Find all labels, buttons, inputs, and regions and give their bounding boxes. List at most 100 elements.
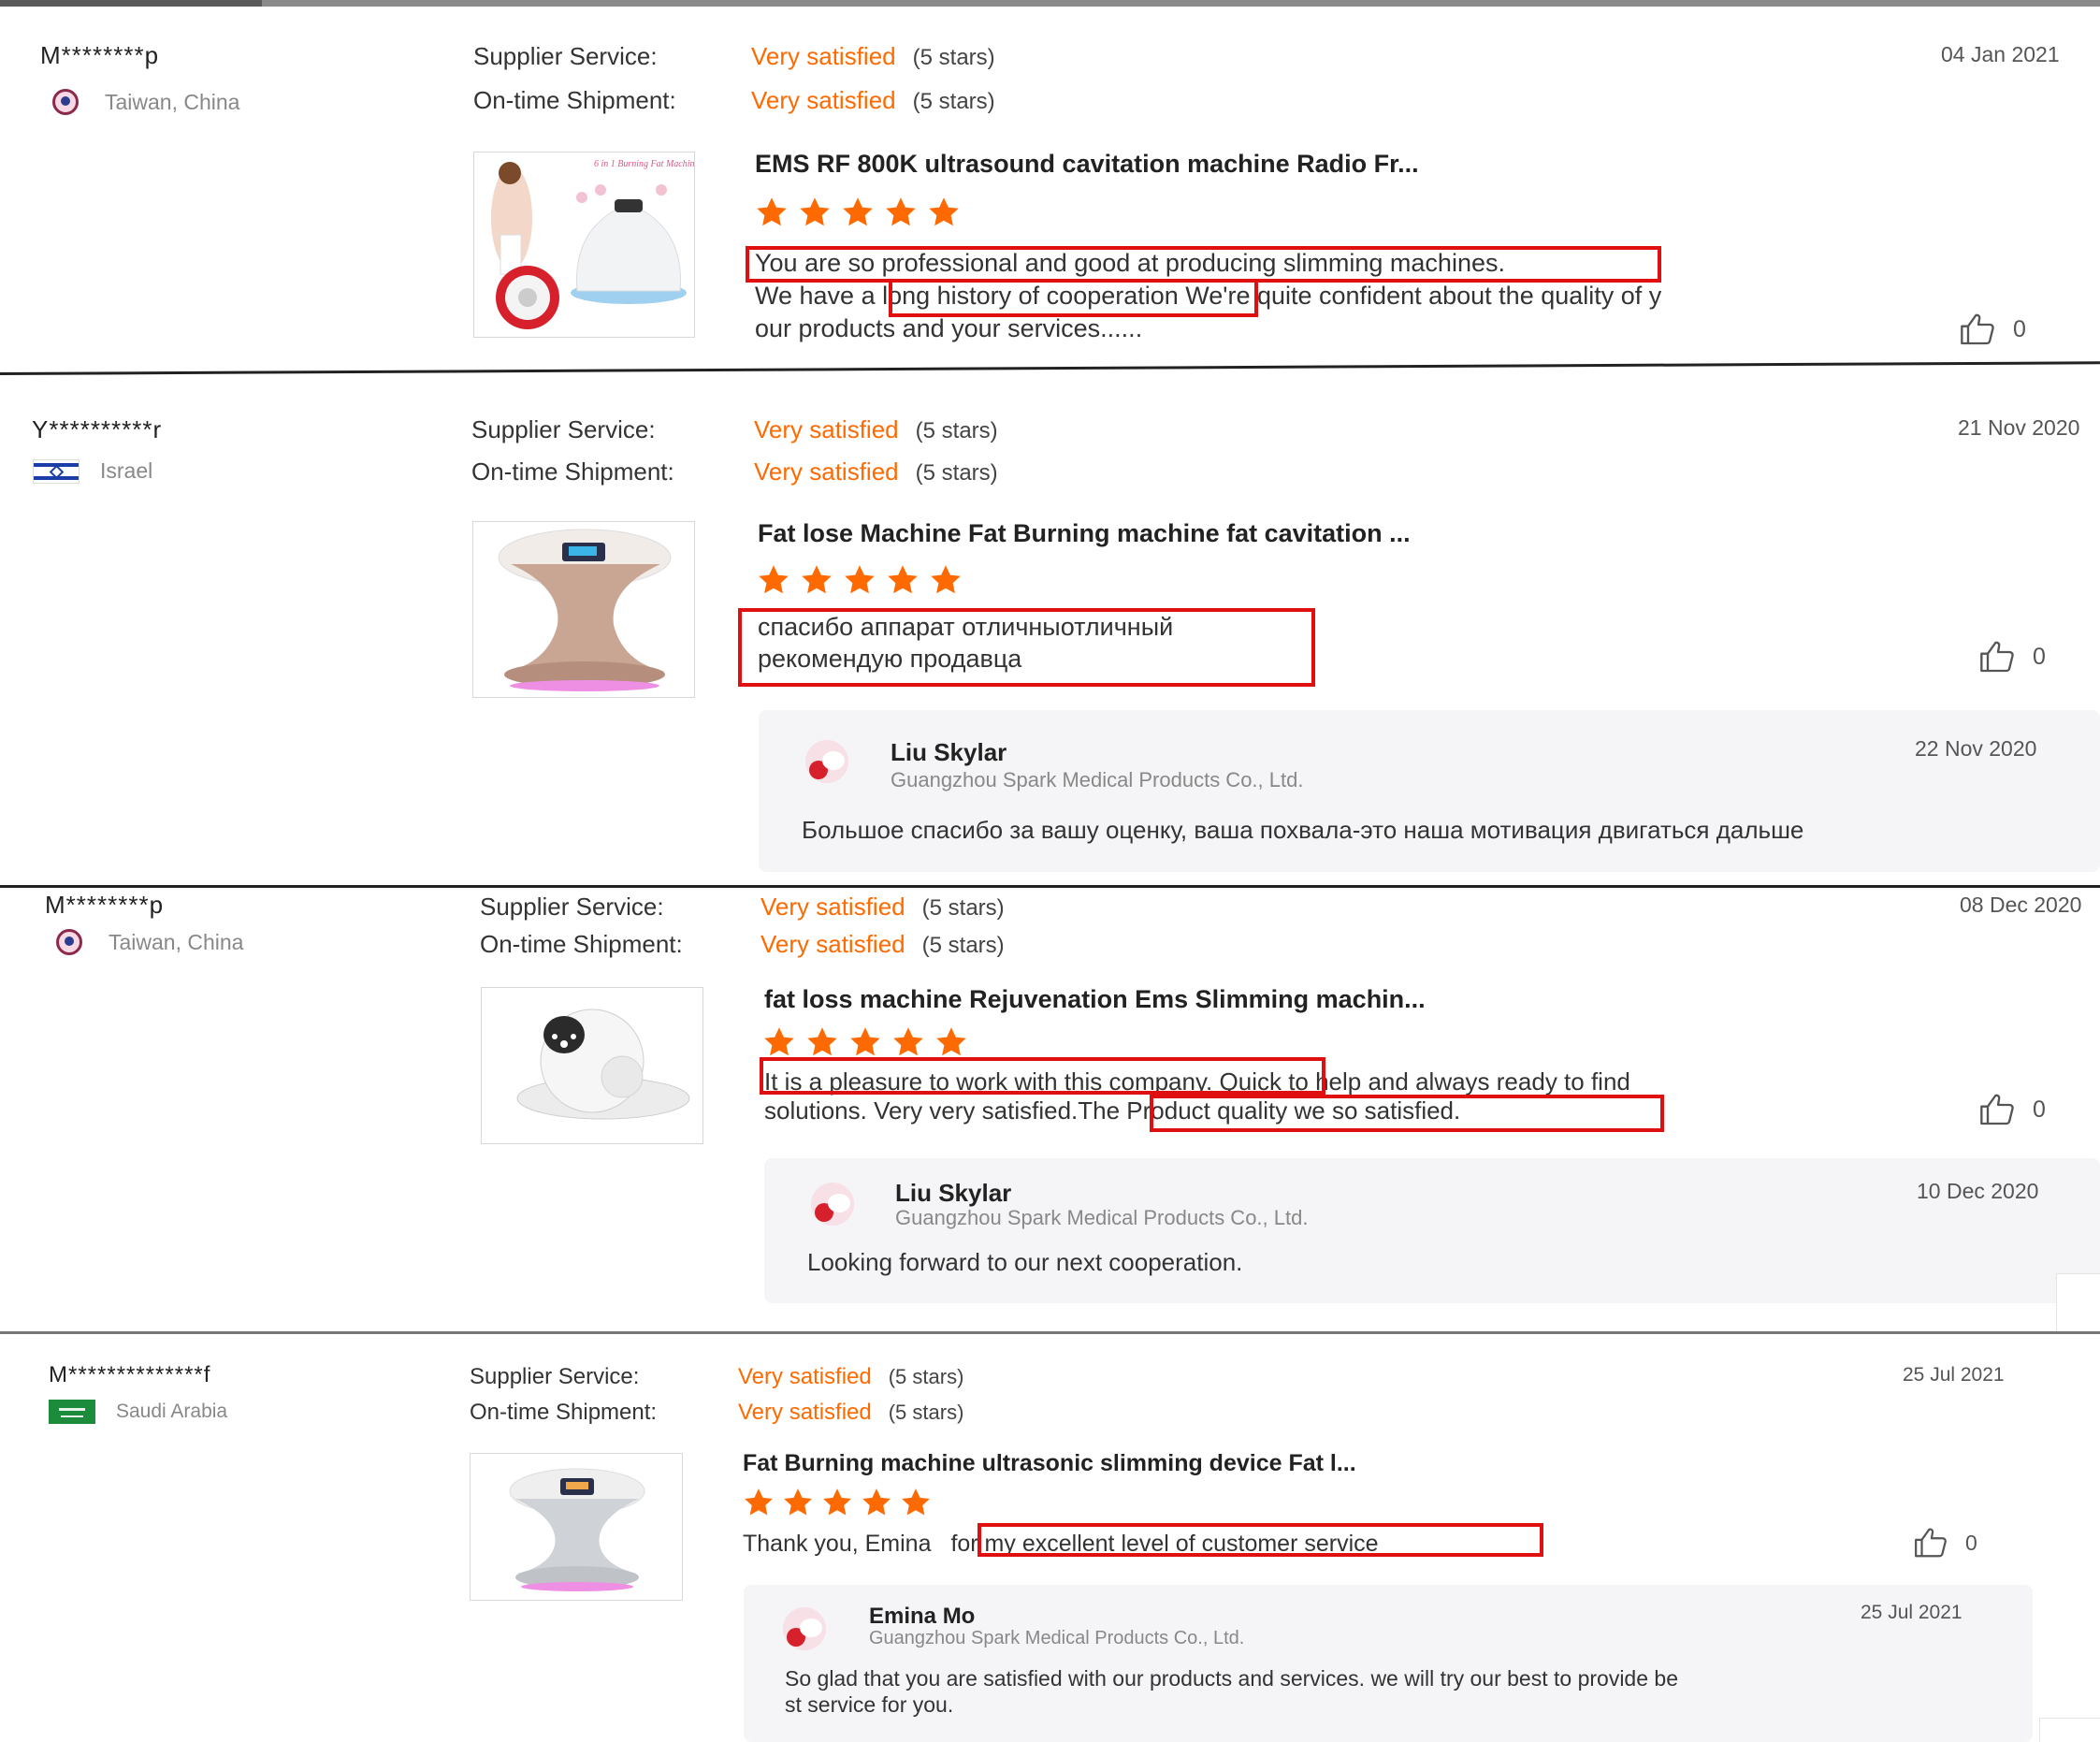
rating-star-count: (5 stars) xyxy=(912,45,995,70)
star-icon xyxy=(800,563,833,597)
product-avatar-icon xyxy=(783,1607,826,1650)
reply-author-name: Liu Skylar xyxy=(891,738,1007,766)
supplier-service-rating: Supplier Service: Very satisfied (5 star… xyxy=(470,1364,963,1390)
side-scroll-tab[interactable] xyxy=(2056,1273,2100,1331)
supplier-service-rating: Supplier Service: Very satisfied (5 star… xyxy=(473,42,995,71)
supplier-avatar xyxy=(783,1607,826,1650)
reply-company-name[interactable]: Guangzhou Spark Medical Products Co., Lt… xyxy=(869,1628,1244,1649)
supplier-service-label: Supplier Service: xyxy=(470,1364,640,1389)
highlight-box xyxy=(1150,1095,1664,1132)
reply-author-name: Liu Skylar xyxy=(895,1179,1012,1207)
reply-author-name: Emina Mo xyxy=(869,1604,976,1629)
ontime-shipment-rating: On-time Shipment: Very satisfied (5 star… xyxy=(471,457,998,486)
buyer-name: M********p xyxy=(40,41,160,69)
supplier-reply: Liu Skylar Guangzhou Spark Medical Produ… xyxy=(764,1158,2100,1303)
rating-star-count: (5 stars) xyxy=(921,895,1005,921)
star-icon xyxy=(929,563,963,597)
ontime-shipment-label: On-time Shipment: xyxy=(473,86,676,114)
ontime-shipment-rating: On-time Shipment: Very satisfied (5 star… xyxy=(470,1400,963,1426)
rating-stars xyxy=(743,1487,932,1518)
buyer-name: M**************f xyxy=(49,1362,211,1387)
thumbs-up-icon xyxy=(1978,1091,2016,1128)
rating-star-count: (5 stars) xyxy=(915,460,998,486)
star-icon xyxy=(743,1487,775,1518)
buyer-location-text: Taiwan, China xyxy=(105,89,240,114)
rating-value: Very satisfied xyxy=(754,457,899,486)
ontime-shipment-label: On-time Shipment: xyxy=(471,457,674,486)
rating-value: Very satisfied xyxy=(738,1400,872,1425)
like-button[interactable]: 0 xyxy=(1978,1091,2046,1128)
highlight-box xyxy=(738,608,1315,687)
review-date: 21 Nov 2020 xyxy=(1958,415,2080,440)
buyer-location: Taiwan, China xyxy=(49,86,239,118)
side-scroll-tab[interactable] xyxy=(2039,1718,2100,1742)
review-card: Y**********r Israel Supplier Service: Ve… xyxy=(0,374,2100,884)
rating-value: Very satisfied xyxy=(751,86,896,114)
ontime-shipment-label: On-time Shipment: xyxy=(470,1400,658,1425)
star-icon xyxy=(805,1025,839,1059)
review-date: 08 Dec 2020 xyxy=(1960,893,2082,917)
product-title[interactable]: fat loss machine Rejuvenation Ems Slimmi… xyxy=(764,985,1426,1014)
like-count: 0 xyxy=(2013,315,2026,342)
buyer-name: M********p xyxy=(45,891,165,919)
highlight-box xyxy=(760,1057,1325,1095)
product-avatar-icon xyxy=(805,740,848,783)
thumbs-up-icon xyxy=(1913,1525,1948,1561)
product-title[interactable]: Fat lose Machine Fat Burning machine fat… xyxy=(758,519,1411,548)
product-title[interactable]: EMS RF 800K ultrasound cavitation machin… xyxy=(755,150,1419,179)
like-count: 0 xyxy=(2033,1096,2046,1123)
product-thumbnail[interactable] xyxy=(472,521,695,698)
fat-burning-machine-image: 6 in 1 Burning Fat Machine xyxy=(474,152,694,337)
buyer-location-text: Taiwan, China xyxy=(109,929,244,954)
ontime-shipment-label: On-time Shipment: xyxy=(480,930,683,958)
reply-text: Большое спасибо за вашу оценку, ваша пох… xyxy=(802,816,1804,844)
star-icon xyxy=(884,196,918,229)
reply-text-line: st service for you. xyxy=(785,1692,954,1717)
product-title[interactable]: Fat Burning machine ultrasonic slimming … xyxy=(743,1450,1356,1477)
supplier-avatar xyxy=(811,1183,854,1226)
buyer-location: Taiwan, China xyxy=(52,926,243,958)
supplier-service-rating: Supplier Service: Very satisfied (5 star… xyxy=(480,893,1005,922)
israel-flag-icon xyxy=(33,458,80,484)
star-icon xyxy=(900,1487,932,1518)
product-thumbnail[interactable] xyxy=(481,987,703,1144)
star-icon xyxy=(848,1025,882,1059)
buyer-location: Israel xyxy=(33,458,152,484)
product-thumbnail[interactable] xyxy=(470,1453,683,1601)
rating-star-count: (5 stars) xyxy=(915,418,998,443)
star-icon xyxy=(843,563,876,597)
comment-text: Thank you, Emina xyxy=(743,1531,938,1557)
reply-company-name[interactable]: Guangzhou Spark Medical Products Co., Lt… xyxy=(891,768,1303,792)
review-date: 04 Jan 2021 xyxy=(1941,42,2060,66)
ontime-shipment-rating: On-time Shipment: Very satisfied (5 star… xyxy=(480,930,1005,959)
highlight-box xyxy=(889,279,1258,317)
like-button[interactable]: 0 xyxy=(1913,1525,1977,1561)
like-button[interactable]: 0 xyxy=(1978,638,2046,675)
cavitation-machine-image xyxy=(473,522,694,697)
reply-text: Looking forward to our next cooperation. xyxy=(807,1248,1243,1276)
supplier-reply: Emina Mo Guangzhou Spark Medical Product… xyxy=(744,1585,2033,1742)
highlight-box xyxy=(978,1523,1543,1557)
reply-text-line: So glad that you are satisfied with our … xyxy=(785,1666,1678,1691)
star-icon xyxy=(798,196,832,229)
rating-value: Very satisfied xyxy=(751,42,896,70)
ultrasonic-slimming-device-image xyxy=(471,1454,682,1600)
rating-value: Very satisfied xyxy=(738,1364,872,1389)
rating-star-count: (5 stars) xyxy=(888,1401,964,1424)
like-count: 0 xyxy=(2033,643,2046,670)
review-card: M********p Taiwan, China Supplier Servic… xyxy=(0,887,2100,1331)
rating-value: Very satisfied xyxy=(760,930,905,958)
product-thumbnail[interactable]: 6 in 1 Burning Fat Machine xyxy=(473,152,695,338)
like-button[interactable]: 0 xyxy=(1959,311,2026,348)
star-icon xyxy=(757,563,790,597)
star-icon xyxy=(821,1487,853,1518)
supplier-reply: Liu Skylar Guangzhou Spark Medical Produ… xyxy=(759,710,2100,872)
star-icon xyxy=(861,1487,892,1518)
reply-company-name[interactable]: Guangzhou Spark Medical Products Co., Lt… xyxy=(895,1206,1308,1230)
star-icon xyxy=(841,196,875,229)
taiwan-flag-icon xyxy=(49,86,84,118)
rating-star-count: (5 stars) xyxy=(921,933,1005,958)
comment-line: our products and your services...... xyxy=(755,314,1143,342)
rating-stars xyxy=(762,1025,968,1059)
buyer-location: Saudi Arabia xyxy=(49,1400,227,1424)
